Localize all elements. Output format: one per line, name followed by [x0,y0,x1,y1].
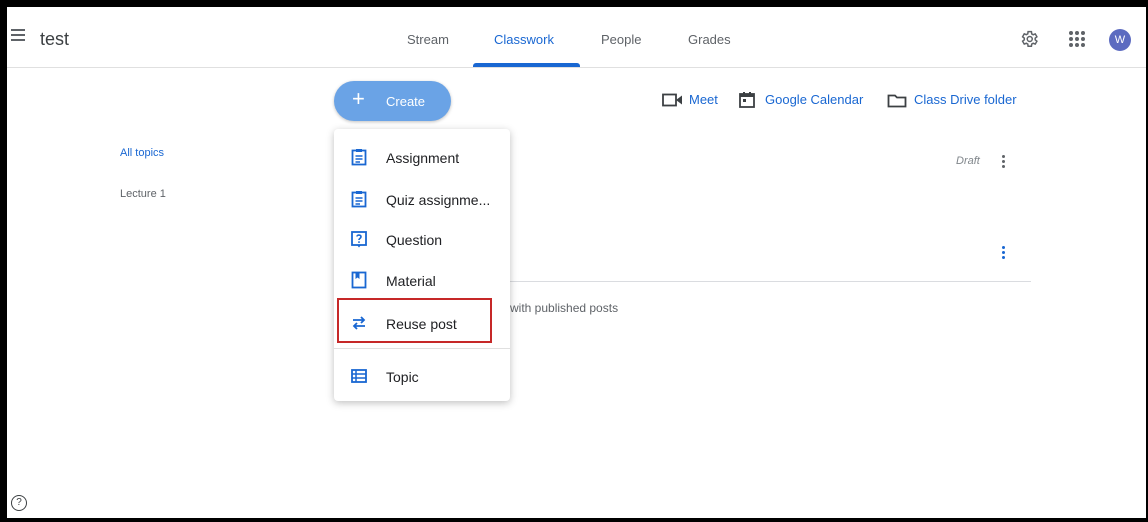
help-icon[interactable]: ? [11,495,27,511]
create-button-label: Create [386,94,426,109]
menu-item-label: Topic [386,369,419,385]
tab-people[interactable]: People [601,32,641,47]
topic-icon [351,369,367,383]
menu-item-label: Question [386,232,443,248]
menu-item-label: Assignment [386,150,460,166]
main-menu-icon[interactable] [11,29,25,41]
material-icon [351,271,367,289]
quiz-assignment-icon [351,191,367,208]
highlight-annotation-box [337,298,492,343]
question-icon [351,231,367,248]
draft-status-label: Draft [956,155,980,167]
menu-item-question[interactable]: Question [334,219,510,259]
menu-item-assignment[interactable]: Assignment [334,137,510,177]
tab-stream[interactable]: Stream [407,32,449,47]
video-camera-icon [662,93,682,107]
google-calendar-link[interactable]: Google Calendar [765,92,863,107]
menu-item-quiz-assignment[interactable]: Quiz assignme... [334,179,510,219]
calendar-icon [739,92,755,108]
menu-item-label: Material [386,273,436,289]
empty-topic-message: with published posts [510,301,619,315]
class-title[interactable]: test [40,29,69,50]
menu-divider [334,348,510,349]
create-menu: Assignment Quiz assignme... Question Mat… [334,129,510,401]
folder-icon [887,94,907,108]
tab-grades[interactable]: Grades [688,32,731,47]
topic-filter-lecture-1[interactable]: Lecture 1 [120,188,166,200]
topic-filter-all-topics[interactable]: All topics [120,147,164,159]
top-app-bar: test Stream Classwork People Grades W [7,7,1146,68]
more-options-icon[interactable] [1002,155,1006,170]
classroom-page: test Stream Classwork People Grades W + … [7,7,1146,518]
topic-more-options-icon[interactable] [1002,246,1006,261]
settings-gear-icon[interactable] [1019,29,1039,49]
tab-classwork[interactable]: Classwork [494,32,554,47]
active-tab-indicator [473,63,580,67]
class-drive-folder-link[interactable]: Class Drive folder [914,92,1017,107]
create-button[interactable]: + Create [334,81,451,121]
menu-item-label: Quiz assignme... [386,192,491,208]
plus-icon: + [352,86,365,111]
meet-link[interactable]: Meet [689,92,718,107]
assignment-icon [351,149,367,166]
menu-item-topic[interactable]: Topic [334,356,510,396]
account-avatar[interactable]: W [1109,29,1131,51]
menu-item-material[interactable]: Material [334,260,510,300]
topic-divider [510,281,1031,282]
google-apps-icon[interactable] [1069,31,1085,47]
